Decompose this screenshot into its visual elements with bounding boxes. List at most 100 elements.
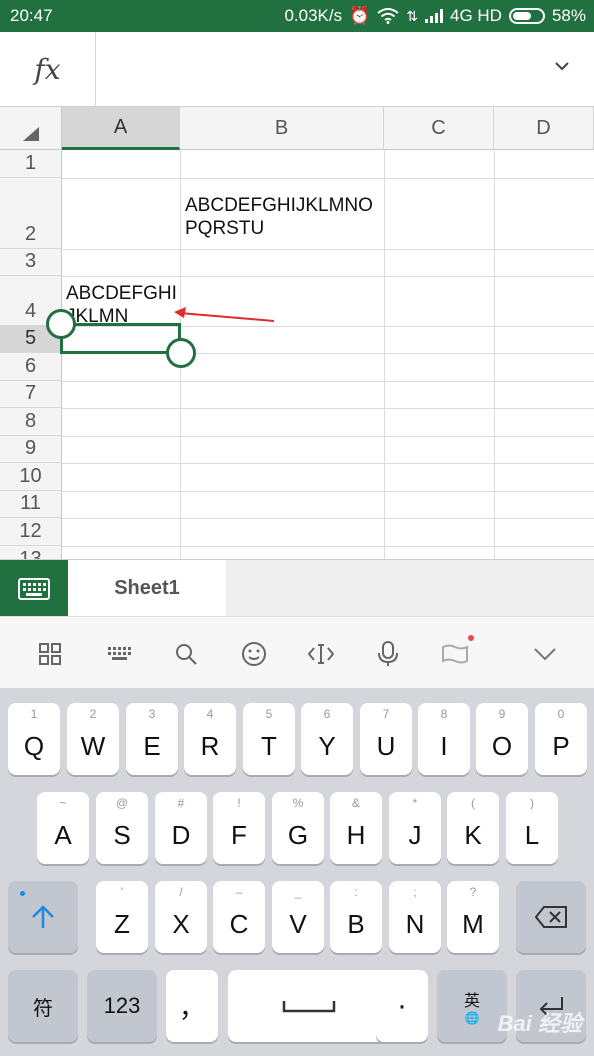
cell-a4[interactable]: ABCDEFGHIJKLMN xyxy=(66,282,178,328)
key-v[interactable]: _ V xyxy=(272,881,324,953)
row-header-9[interactable]: 9 xyxy=(0,436,62,463)
key-g[interactable]: % G xyxy=(272,792,324,864)
gridline xyxy=(62,436,594,437)
row-header-6[interactable]: 6 xyxy=(0,353,62,381)
gridline xyxy=(62,518,594,519)
key-u-label: U xyxy=(376,730,396,761)
row-header-3[interactable]: 3 xyxy=(0,249,62,276)
key-s-sub: @ xyxy=(115,796,129,810)
key-b[interactable]: :B xyxy=(330,881,382,953)
key-r[interactable]: 4R xyxy=(184,703,236,775)
row-header-1[interactable]: 1 xyxy=(0,150,62,178)
status-bar: 20:47 0.03K/s ⏰ ⇅ 4G HD 58% xyxy=(0,0,594,32)
formula-input[interactable] xyxy=(100,32,540,107)
spreadsheet-grid[interactable]: A B C D 1 2 3 4 5 6 7 8 9 10 11 12 13 AB… xyxy=(0,107,594,559)
key-u[interactable]: 7U xyxy=(360,703,412,775)
key-q[interactable]: 1Q xyxy=(8,703,60,775)
alarm-icon: ⏰ xyxy=(349,6,371,25)
fx-button[interactable]: fx xyxy=(0,32,96,107)
key-u-sub: 7 xyxy=(382,707,390,721)
gridline xyxy=(62,178,594,179)
key-y[interactable]: 6Y xyxy=(301,703,353,775)
key-c[interactable]: – C xyxy=(213,881,265,953)
collapse-icon[interactable] xyxy=(528,637,562,671)
selection-handle-bottom-right[interactable] xyxy=(166,338,196,368)
symbol-key[interactable]: 符 xyxy=(8,970,78,1042)
row-header-11[interactable]: 11 xyxy=(0,491,62,518)
cursor-icon[interactable] xyxy=(304,637,338,671)
sheet-tab-sheet1[interactable]: Sheet1 xyxy=(68,560,226,617)
key-h-sub: & xyxy=(351,796,360,810)
key-m-label: M xyxy=(462,908,484,939)
annotation-arrow xyxy=(174,307,275,322)
key-d[interactable]: # D xyxy=(155,792,207,864)
key-w-label: W xyxy=(80,730,106,761)
key-s-label: S xyxy=(113,819,131,850)
key-e[interactable]: 3E xyxy=(126,703,178,775)
row-header-8[interactable]: 8 xyxy=(0,408,62,436)
period-key[interactable]: · xyxy=(376,970,428,1042)
key-f-label: F xyxy=(231,819,247,850)
globe-icon: 🌐 xyxy=(464,1011,480,1025)
key-o[interactable]: 9O xyxy=(476,703,528,775)
key-m[interactable]: ? M xyxy=(447,881,499,953)
key-h[interactable]: & H xyxy=(330,792,382,864)
key-s[interactable]: @ S xyxy=(96,792,148,864)
key-j-label: J xyxy=(408,819,422,850)
backspace-key[interactable] xyxy=(516,881,586,953)
comma-key[interactable]: ， xyxy=(166,970,218,1042)
language-key[interactable]: 英 🌐 xyxy=(437,970,507,1042)
keyboard-layout-icon[interactable] xyxy=(103,637,137,671)
emoji-icon[interactable] xyxy=(237,637,271,671)
row-header-7[interactable]: 7 xyxy=(0,381,62,408)
space-key[interactable] xyxy=(228,970,390,1042)
key-x[interactable]: / X xyxy=(155,881,207,953)
gridline xyxy=(62,463,594,464)
selection-box-a5[interactable] xyxy=(60,323,181,354)
row-header-12[interactable]: 12 xyxy=(0,518,62,546)
key-l-label: L xyxy=(524,819,540,850)
grid-icon[interactable] xyxy=(33,637,67,671)
column-header-c[interactable]: C xyxy=(384,107,494,150)
key-f[interactable]: ! F xyxy=(213,792,265,864)
key-i[interactable]: 8I xyxy=(418,703,470,775)
cell-b2[interactable]: ABCDEFGHIJKLMNOPQRSTU xyxy=(185,194,381,240)
row-header-10[interactable]: 10 xyxy=(0,463,62,491)
search-icon[interactable] xyxy=(169,637,203,671)
column-header-b[interactable]: B xyxy=(180,107,384,150)
key-r-sub: 4 xyxy=(206,707,214,721)
row-header-2[interactable]: 2 xyxy=(0,178,62,249)
microphone-icon[interactable] xyxy=(371,637,405,671)
key-p-sub: 0 xyxy=(557,707,565,721)
key-t-sub: 5 xyxy=(265,707,273,721)
key-z-sub: ' xyxy=(120,885,124,899)
key-j[interactable]: * J xyxy=(389,792,441,864)
column-header-a[interactable]: A xyxy=(62,107,180,150)
key-m-sub: ? xyxy=(469,885,477,899)
key-n[interactable]: ; N xyxy=(389,881,441,953)
key-l[interactable]: ) L xyxy=(506,792,558,864)
gridline xyxy=(62,546,594,547)
key-i-label: I xyxy=(440,730,448,761)
key-e-label: E xyxy=(143,730,161,761)
key-w[interactable]: 2W xyxy=(67,703,119,775)
select-all-corner[interactable] xyxy=(0,107,62,150)
data-arrows-icon: ⇅ xyxy=(406,7,418,24)
chevron-down-icon[interactable] xyxy=(552,56,572,76)
clipboard-icon[interactable] xyxy=(438,635,474,671)
key-a[interactable]: ~ A xyxy=(37,792,89,864)
gridline xyxy=(62,276,594,277)
keyboard-toggle-button[interactable] xyxy=(0,560,68,617)
key-d-sub: # xyxy=(177,796,185,810)
key-z[interactable]: ' Z xyxy=(96,881,148,953)
key-t[interactable]: 5T xyxy=(243,703,295,775)
number-key[interactable]: 123 xyxy=(87,970,157,1042)
selection-handle-top-left[interactable] xyxy=(46,309,76,339)
key-n-label: N xyxy=(405,908,425,939)
row-header-13[interactable]: 13 xyxy=(0,546,62,559)
key-p[interactable]: 0P xyxy=(535,703,587,775)
key-l-sub: ) xyxy=(530,796,534,810)
shift-key[interactable] xyxy=(8,881,78,953)
column-header-d[interactable]: D xyxy=(494,107,594,150)
key-k[interactable]: (K xyxy=(447,792,499,864)
